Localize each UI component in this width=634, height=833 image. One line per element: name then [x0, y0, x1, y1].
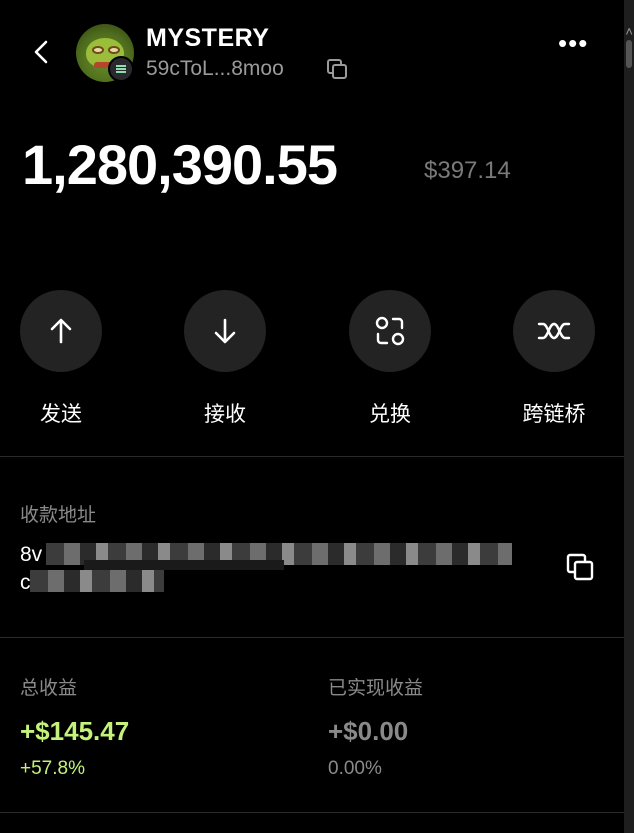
scroll-up-icon[interactable]: ˄ [625, 24, 633, 39]
solana-icon [108, 56, 134, 82]
receive-button[interactable]: 接收 [184, 290, 266, 428]
scrollbar-thumb[interactable] [626, 40, 632, 68]
realized-pnl-value: +$0.00 [328, 716, 409, 746]
address-blur-mask [30, 570, 164, 592]
balance-usd-value: $397.14 [424, 157, 511, 184]
wallet-address: 59cToL...8moo [146, 57, 284, 80]
back-arrow-icon[interactable] [28, 36, 54, 68]
address-blur-mask [84, 560, 284, 570]
total-pnl-percent: +57.8% [20, 758, 85, 779]
realized-pnl-percent: 0.00% [328, 758, 382, 779]
arrow-up-icon [20, 290, 102, 372]
send-button[interactable]: 发送 [20, 290, 102, 428]
realized-pnl-label: 已实现收益 [328, 678, 424, 699]
bridge-icon [513, 290, 595, 372]
arrow-down-icon [184, 290, 266, 372]
bridge-label: 跨链桥 [522, 403, 586, 426]
divider [0, 637, 624, 638]
wallet-name: MYSTERY [146, 24, 270, 52]
wallet-detail-page: MYSTERY 59cToL...8moo ••• ˄ 1,280,390.55… [0, 0, 634, 833]
scrollbar[interactable]: ˄ [624, 0, 634, 833]
bridge-button[interactable]: 跨链桥 [513, 290, 595, 428]
swap-icon [349, 290, 431, 372]
more-options-icon[interactable]: ••• [558, 30, 588, 62]
copy-address-icon[interactable] [565, 552, 595, 582]
swap-label: 兑换 [369, 403, 411, 426]
swap-button[interactable]: 兑换 [349, 290, 431, 428]
send-label: 发送 [40, 403, 82, 426]
divider [0, 456, 624, 457]
total-pnl-label: 总收益 [20, 678, 78, 699]
total-pnl-value: +$145.47 [20, 716, 130, 746]
receive-address-label: 收款地址 [20, 505, 97, 526]
receive-label: 接收 [204, 403, 246, 426]
token-balance: 1,280,390.55 [22, 133, 338, 196]
copy-address-icon[interactable] [326, 58, 348, 80]
divider [0, 812, 624, 813]
